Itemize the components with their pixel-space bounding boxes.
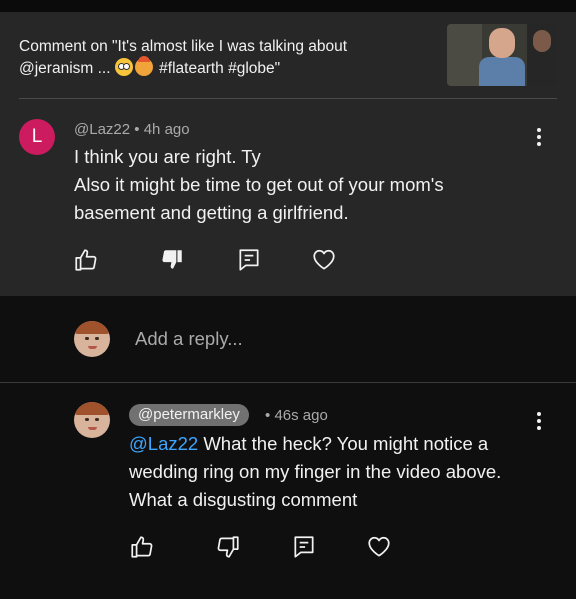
- divider: [0, 382, 576, 383]
- top-strip: [0, 0, 576, 12]
- reply-text: @Laz22 What the heck? You might notice a…: [129, 430, 501, 514]
- reply-icon[interactable]: [291, 534, 317, 560]
- comment-text: I think you are right. Ty Also it might …: [74, 143, 444, 227]
- reply-mention[interactable]: @Laz22: [129, 433, 198, 454]
- reply-meta: • 46s ago: [265, 407, 328, 424]
- like-icon[interactable]: [129, 534, 155, 560]
- reply-line-2: wedding ring on my finger in the video a…: [129, 461, 502, 482]
- current-user-avatar: [74, 321, 110, 357]
- reply-icon[interactable]: [236, 247, 262, 273]
- dislike-icon[interactable]: [159, 247, 185, 273]
- meta-separator: •: [134, 121, 140, 138]
- reply-author-chip[interactable]: @petermarkley: [129, 404, 249, 426]
- comment-line-1: I think you are right. Ty: [74, 146, 261, 167]
- meta-separator: •: [265, 407, 271, 424]
- exploding-head-emoji-icon: [134, 56, 153, 76]
- reply-time: 46s ago: [274, 407, 328, 424]
- commenter-avatar[interactable]: L: [19, 119, 55, 155]
- comment-line-2: Also it might be time to get out of your…: [74, 174, 444, 195]
- video-context[interactable]: Comment on "It's almost like I was talki…: [19, 36, 429, 80]
- heart-icon[interactable]: [311, 247, 337, 273]
- like-icon[interactable]: [73, 247, 99, 273]
- add-reply-input[interactable]: Add a reply...: [135, 328, 243, 350]
- dislike-icon[interactable]: [215, 534, 241, 560]
- comment-more-icon[interactable]: [527, 125, 551, 149]
- comment-author[interactable]: @Laz22: [74, 121, 130, 138]
- reply-more-icon[interactable]: [527, 409, 551, 433]
- reply-line-1-rest: What the heck? You might notice a: [198, 433, 489, 454]
- reply-line-3: What a disgusting comment: [129, 489, 358, 510]
- context-prefix: Comment on "It's almost like I was talki…: [19, 38, 348, 55]
- reply-line-1: @Laz22 What the heck? You might notice a: [129, 430, 501, 458]
- reply-author-avatar[interactable]: [74, 402, 110, 438]
- comment-time: 4h ago: [143, 121, 190, 138]
- flushed-face-emoji-icon: [114, 58, 133, 76]
- divider: [19, 98, 557, 99]
- context-hashtags: #flatearth #globe": [159, 60, 281, 77]
- video-thumbnail[interactable]: [447, 24, 557, 86]
- comment-meta: @Laz22 • 4h ago: [74, 121, 190, 138]
- heart-icon[interactable]: [366, 534, 392, 560]
- comment-line-3: basement and getting a girlfriend.: [74, 202, 349, 223]
- context-mention: @jeranism ...: [19, 60, 111, 77]
